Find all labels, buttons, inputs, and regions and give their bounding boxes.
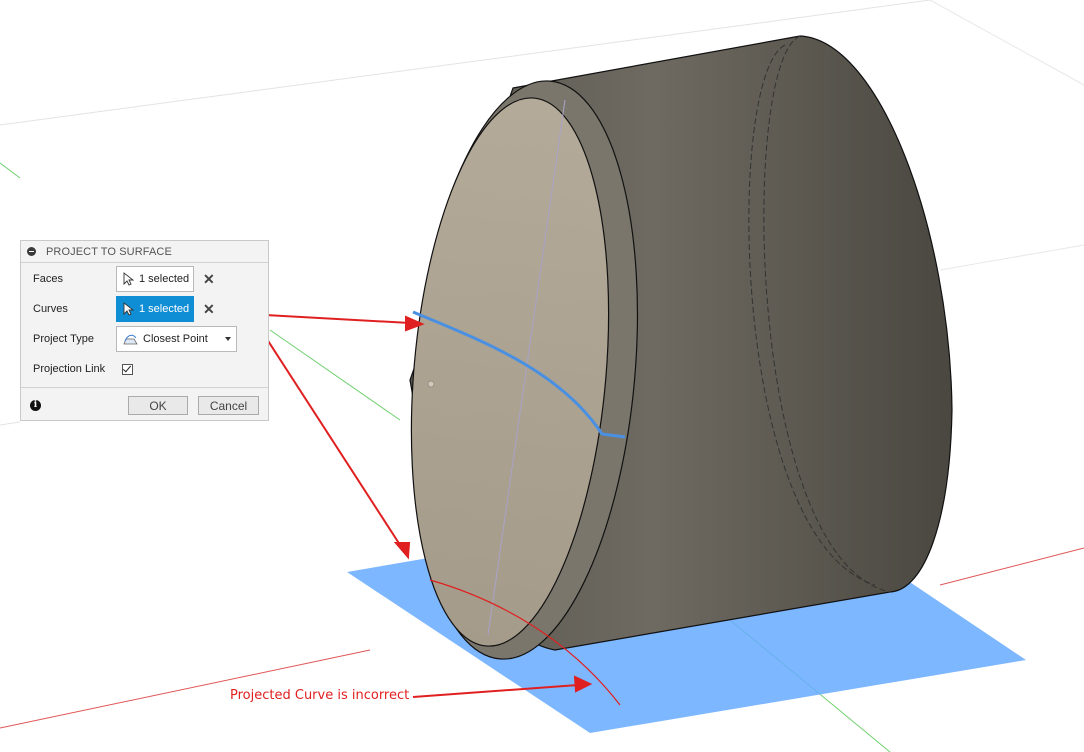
- curves-row: Curves 1 selected ✕: [21, 296, 268, 322]
- projection-link-checkbox[interactable]: [122, 363, 133, 375]
- faces-value: 1 selected: [139, 273, 190, 285]
- faces-row: Faces 1 selected ✕: [21, 266, 268, 292]
- project-type-dropdown[interactable]: Closest Point: [116, 326, 237, 352]
- cursor-icon: [123, 302, 134, 316]
- curves-label: Curves: [33, 303, 68, 315]
- dialog-title: PROJECT TO SURFACE: [46, 245, 172, 258]
- closest-point-icon: [123, 334, 138, 345]
- curves-value: 1 selected: [139, 303, 190, 315]
- annotation-label: Projected Curve is incorrect: [230, 688, 410, 703]
- projection-link-label: Projection Link: [33, 363, 106, 375]
- faces-select-button[interactable]: 1 selected: [116, 266, 194, 292]
- curves-clear-close-icon[interactable]: ✕: [203, 302, 215, 316]
- project-type-row: Project Type Closest Point: [21, 326, 268, 352]
- cylinder-body[interactable]: [390, 35, 953, 668]
- cursor-icon: [123, 272, 134, 286]
- faces-label: Faces: [33, 273, 63, 285]
- curves-select-button[interactable]: 1 selected: [116, 296, 194, 322]
- dialog-header[interactable]: PROJECT TO SURFACE: [21, 241, 268, 263]
- chevron-down-icon: [225, 337, 231, 341]
- project-to-surface-dialog: PROJECT TO SURFACE Faces 1 selected ✕ Cu…: [20, 240, 269, 421]
- dialog-footer: i OK Cancel: [21, 387, 268, 422]
- faces-clear-close-icon[interactable]: ✕: [203, 272, 215, 286]
- check-icon: [122, 363, 132, 372]
- cancel-button[interactable]: Cancel: [198, 396, 259, 415]
- ok-button[interactable]: OK: [128, 396, 188, 415]
- projection-link-row: Projection Link: [21, 356, 268, 382]
- info-icon[interactable]: i: [30, 400, 41, 411]
- project-type-value: Closest Point: [143, 333, 208, 345]
- project-type-label: Project Type: [33, 333, 94, 345]
- collapse-icon[interactable]: [27, 247, 36, 256]
